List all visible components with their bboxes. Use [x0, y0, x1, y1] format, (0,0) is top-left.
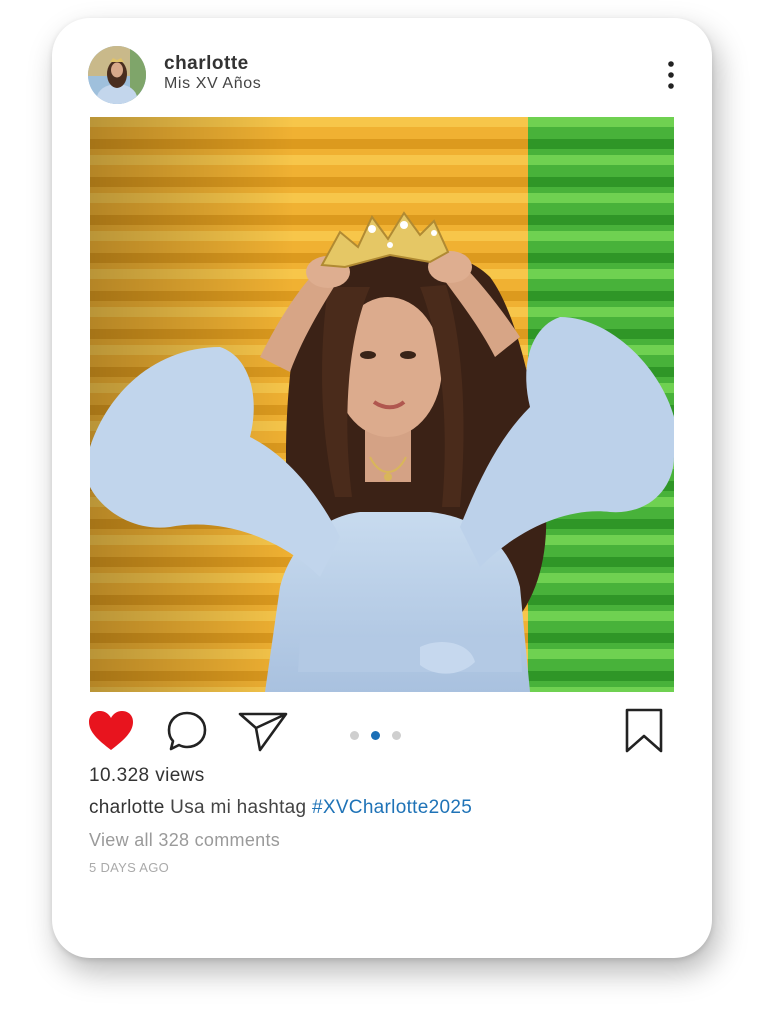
post-timestamp: 5 DAYS AGO [89, 860, 170, 875]
avatar[interactable] [88, 46, 146, 104]
carousel-dot-active[interactable] [371, 731, 380, 740]
caption-hashtag[interactable]: #XVCharlotte2025 [312, 797, 472, 818]
post-text: 10.328 views charlotte Usa mi hashtag #X… [89, 764, 679, 876]
heart-icon[interactable] [88, 710, 134, 757]
caption-username[interactable]: charlotte [89, 797, 165, 818]
location[interactable]: Mis XV Años [164, 74, 261, 94]
comment-icon[interactable] [166, 710, 208, 757]
caption: charlotte Usa mi hashtag #XVCharlotte202… [89, 796, 679, 820]
post-card: charlotte Mis XV Años 10.328 views charl… [52, 18, 712, 958]
caption-text: Usa mi hashtag [170, 797, 307, 818]
view-comments-link[interactable]: View all 328 comments [89, 828, 679, 852]
carousel-indicator [350, 727, 413, 745]
action-bar [88, 708, 676, 756]
username[interactable]: charlotte [164, 54, 261, 74]
more-vertical-icon[interactable] [666, 60, 676, 90]
post-photo[interactable] [90, 117, 674, 692]
bookmark-icon[interactable] [624, 708, 664, 759]
user-block: charlotte Mis XV Años [164, 54, 261, 94]
carousel-dot[interactable] [350, 731, 359, 740]
carousel-dot[interactable] [392, 731, 401, 740]
views-count: 10.328 views [89, 765, 205, 786]
send-icon[interactable] [238, 710, 288, 757]
post-header: charlotte Mis XV Años [88, 46, 676, 106]
